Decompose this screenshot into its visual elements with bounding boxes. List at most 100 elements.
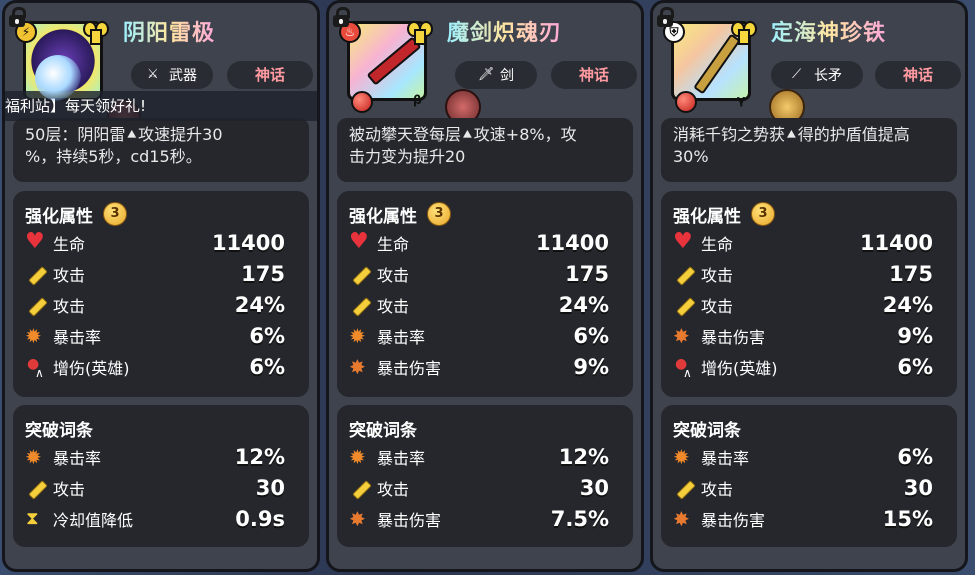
stat-value: 12% <box>558 444 609 469</box>
type-pill[interactable]: 🗡 剑 <box>455 61 537 89</box>
stat-label: 增伤(英雄) <box>53 358 130 378</box>
enhance-section: 强化属性 3 生命 11400 攻击 175 攻击 24% 暴击率 6% 暴击伤害 9% <box>337 191 633 397</box>
stat-value: 11400 <box>211 230 285 255</box>
burst-icon <box>673 508 695 530</box>
sword-icon <box>25 294 47 316</box>
stat-value: 6% <box>249 323 285 348</box>
stat-row: 暴击伤害 9% <box>349 351 621 382</box>
stat-label: 暴击伤害 <box>377 510 442 530</box>
spear-icon: ⟋ <box>792 67 802 82</box>
stat-value: 6% <box>897 444 933 469</box>
burst-icon <box>349 508 371 530</box>
stat-value: 11400 <box>535 230 609 255</box>
breakthrough-section: 突破词条 暴击率 12% 攻击 30 暴击伤害 7.5% <box>337 405 633 547</box>
stat-row: 增伤(英雄) 6% <box>673 351 945 382</box>
red-orb-icon <box>351 91 373 113</box>
stat-row: 暴击伤害 9% <box>673 320 945 351</box>
sword-icon <box>673 477 695 499</box>
stat-row: 暴击率 6% <box>349 320 621 351</box>
stat-value: 30 <box>255 475 285 500</box>
equipment-card-1[interactable]: ⚡ 阴阳雷极 ⚔ 武器 神话 福利站】每天领好礼! 50层：阴阳雷⯅攻速提升30 … <box>2 0 320 572</box>
stat-value: 24% <box>234 292 285 317</box>
stat-label: 攻击 <box>53 296 86 316</box>
type-pill[interactable]: ⚔ 武器 <box>131 61 213 89</box>
lock-icon[interactable] <box>9 7 27 27</box>
burst-icon <box>349 356 371 378</box>
stat-row: 生命 11400 <box>673 227 945 258</box>
enhance-title: 强化属性 <box>673 206 741 227</box>
stat-row: 攻击 24% <box>349 289 621 320</box>
equipment-card-2[interactable]: ♨ β 魔剑炽魂刃 🗡 剑 神话 被动攀天登每层⯅攻速+8%，攻 击力变为提升20… <box>326 0 644 572</box>
enhance-title: 强化属性 <box>349 206 417 227</box>
desc-line: 消耗千钧之势获⯅得的护盾值提高 <box>673 125 910 144</box>
stat-label: 生命 <box>377 234 410 254</box>
stat-label: 攻击 <box>377 265 410 285</box>
type-pill[interactable]: ⟋ 长矛 <box>771 61 863 89</box>
stat-value: 6% <box>249 354 285 379</box>
lock-icon[interactable] <box>657 7 675 27</box>
skill-description: 消耗千钧之势获⯅得的护盾值提高 30% <box>661 118 957 182</box>
equipment-card-3[interactable]: ⛨ γ 定海神珍铁 ⟋ 长矛 神话 消耗千钧之势获⯅得的护盾值提高 30% 强化属… <box>650 0 968 572</box>
stat-value: 9% <box>573 354 609 379</box>
ribbon-icon <box>407 19 433 45</box>
sword-icon <box>673 294 695 316</box>
breakthrough-section: 突破词条 暴击率 12% 攻击 30 冷却值降低 0.9s <box>13 405 309 547</box>
tier-pill[interactable]: 神话 <box>551 61 637 89</box>
desc-line: 被动攀天登每层⯅攻速+8%，攻 <box>349 125 577 144</box>
sword-icon <box>25 477 47 499</box>
stat-row: 暴击率 12% <box>349 441 621 472</box>
hero-damage-icon <box>25 356 47 380</box>
cooldown-icon <box>25 508 47 530</box>
break-title: 突破词条 <box>25 420 93 441</box>
card-header: ♨ β 魔剑炽魂刃 🗡 剑 神话 <box>329 3 641 129</box>
flame-icon <box>25 446 47 468</box>
stat-value: 30 <box>579 475 609 500</box>
stat-label: 暴击率 <box>53 448 102 468</box>
stat-row: 攻击 30 <box>673 472 945 503</box>
level-coin: 3 <box>103 202 127 226</box>
stat-label: 生命 <box>701 234 734 254</box>
stat-label: 暴击率 <box>377 448 426 468</box>
stat-value: 24% <box>882 292 933 317</box>
stat-value: 175 <box>241 261 285 286</box>
stat-row: 暴击率 12% <box>25 441 297 472</box>
crossed-swords-icon: ⚔ <box>147 67 159 82</box>
sword-icon <box>349 294 371 316</box>
lock-icon[interactable] <box>333 7 351 27</box>
stat-label: 暴击率 <box>701 448 750 468</box>
stat-value: 30 <box>903 475 933 500</box>
stat-label: 攻击 <box>53 479 86 499</box>
desc-line: %，持续5秒，cd15秒。 <box>25 147 202 166</box>
card-header: ⛨ γ 定海神珍铁 ⟋ 长矛 神话 <box>653 3 965 129</box>
type-label: 剑 <box>500 68 514 84</box>
sword-icon <box>349 477 371 499</box>
stat-value: 175 <box>889 261 933 286</box>
stat-label: 增伤(英雄) <box>701 358 778 378</box>
stat-label: 攻击 <box>701 479 734 499</box>
stat-row: 攻击 30 <box>25 472 297 503</box>
stat-value: 0.9s <box>235 506 285 531</box>
grade-letter: γ <box>737 93 746 107</box>
skill-description: 50层：阴阳雷⯅攻速提升30 %，持续5秒，cd15秒。 <box>13 118 309 182</box>
stat-value: 7.5% <box>550 506 609 531</box>
stat-label: 攻击 <box>53 265 86 285</box>
sword-icon <box>25 263 47 285</box>
break-title: 突破词条 <box>349 420 417 441</box>
stat-row: 攻击 175 <box>349 258 621 289</box>
stat-label: 攻击 <box>701 265 734 285</box>
skill-description: 被动攀天登每层⯅攻速+8%，攻 击力变为提升20 <box>337 118 633 182</box>
breakthrough-section: 突破词条 暴击率 6% 攻击 30 暴击伤害 15% <box>661 405 957 547</box>
sword-type-icon: 🗡 <box>478 67 495 82</box>
stat-row: 攻击 175 <box>673 258 945 289</box>
tier-pill[interactable]: 神话 <box>227 61 313 89</box>
stat-value: 6% <box>897 354 933 379</box>
stat-value: 11400 <box>859 230 933 255</box>
tier-pill[interactable]: 神话 <box>875 61 961 89</box>
level-coin: 3 <box>751 202 775 226</box>
stat-label: 冷却值降低 <box>53 510 134 530</box>
stat-label: 暴击伤害 <box>701 510 766 530</box>
desc-line: 50层：阴阳雷⯅攻速提升30 <box>25 125 223 144</box>
stat-row: 暴击伤害 15% <box>673 503 945 534</box>
type-label: 武器 <box>169 68 197 84</box>
stat-row: 攻击 24% <box>673 289 945 320</box>
